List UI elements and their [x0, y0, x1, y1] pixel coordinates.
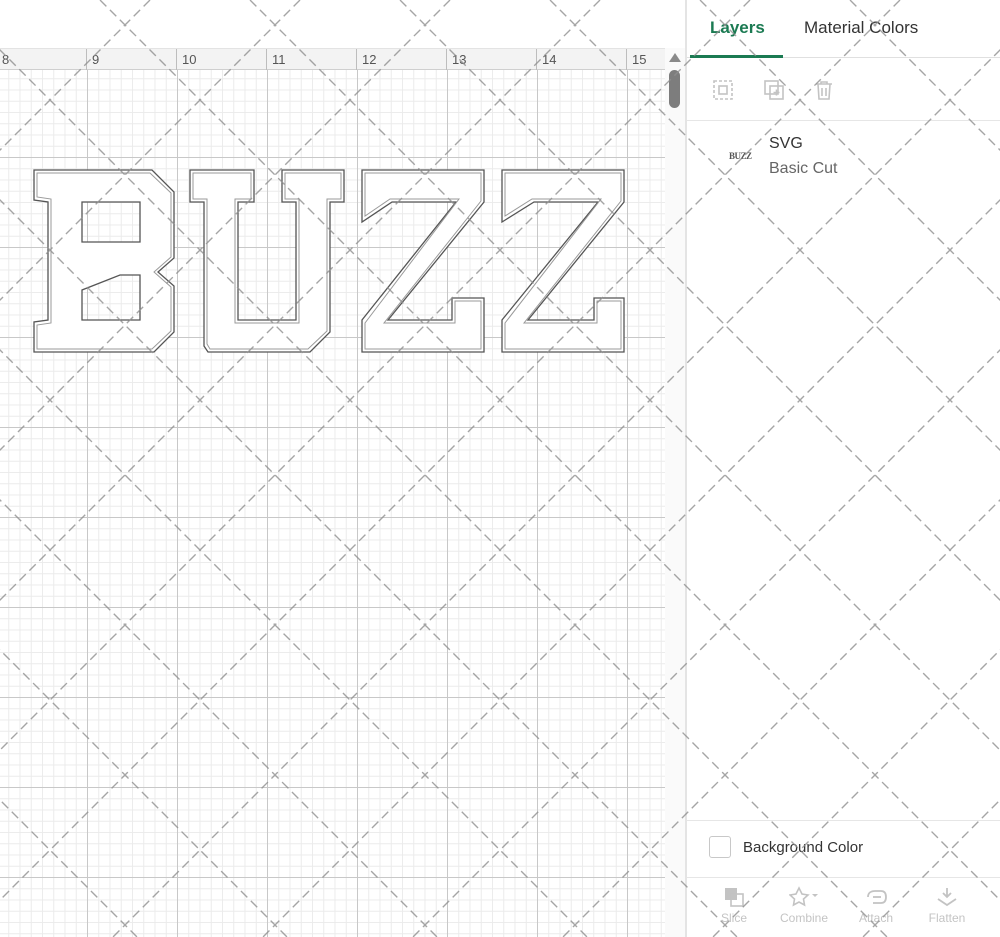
layer-name: SVG	[769, 135, 803, 152]
attach-label: Attach	[858, 911, 894, 925]
attach-icon	[867, 890, 887, 904]
layer-operation-type: Basic Cut	[769, 160, 838, 177]
duplicate-icon[interactable]	[762, 78, 786, 102]
background-color-label: Background Color	[743, 839, 864, 856]
background-color-row: Background Color	[687, 820, 1000, 876]
flatten-button[interactable]: Flatten	[917, 886, 977, 936]
buzz-svg-artwork[interactable]	[0, 0, 686, 937]
letter-z-1	[361, 169, 485, 353]
group-icon[interactable]	[711, 78, 735, 102]
panel-tabs: Layers Material Colors	[687, 0, 1000, 58]
design-canvas[interactable]: 8 9 10 11 12 13 14 15	[0, 0, 686, 937]
slice-label: Slice	[720, 911, 747, 925]
layer-toolbar	[687, 58, 1000, 121]
scrollbar-thumb[interactable]	[669, 70, 680, 108]
slice-icon	[725, 888, 744, 907]
letter-u	[189, 169, 345, 353]
flatten-icon	[937, 888, 957, 907]
attach-button[interactable]: Attach	[846, 886, 906, 936]
tab-material-colors[interactable]: Material Colors	[804, 18, 918, 38]
slice-button[interactable]: Slice	[704, 886, 764, 936]
layer-item-svg[interactable]: BUZZ SVG Basic Cut	[687, 122, 1000, 192]
layer-actions-bar: Slice Combine Attach Flatten	[687, 877, 1000, 937]
layer-thumbnail: BUZZ	[729, 151, 752, 161]
tab-layers[interactable]: Layers	[710, 18, 765, 38]
flatten-label: Flatten	[928, 911, 966, 925]
scroll-up-arrow-icon[interactable]	[669, 53, 681, 62]
letter-z-2	[501, 169, 625, 353]
layers-panel: Layers Material Colors BUZZ SVG Basic Cu…	[687, 0, 1000, 937]
delete-icon[interactable]	[812, 78, 836, 102]
letter-b	[33, 169, 175, 353]
combine-label: Combine	[779, 911, 829, 925]
combine-icon	[789, 886, 818, 907]
vertical-scrollbar[interactable]	[665, 48, 685, 937]
background-color-checkbox[interactable]	[709, 836, 731, 858]
combine-button[interactable]: Combine	[774, 886, 834, 936]
